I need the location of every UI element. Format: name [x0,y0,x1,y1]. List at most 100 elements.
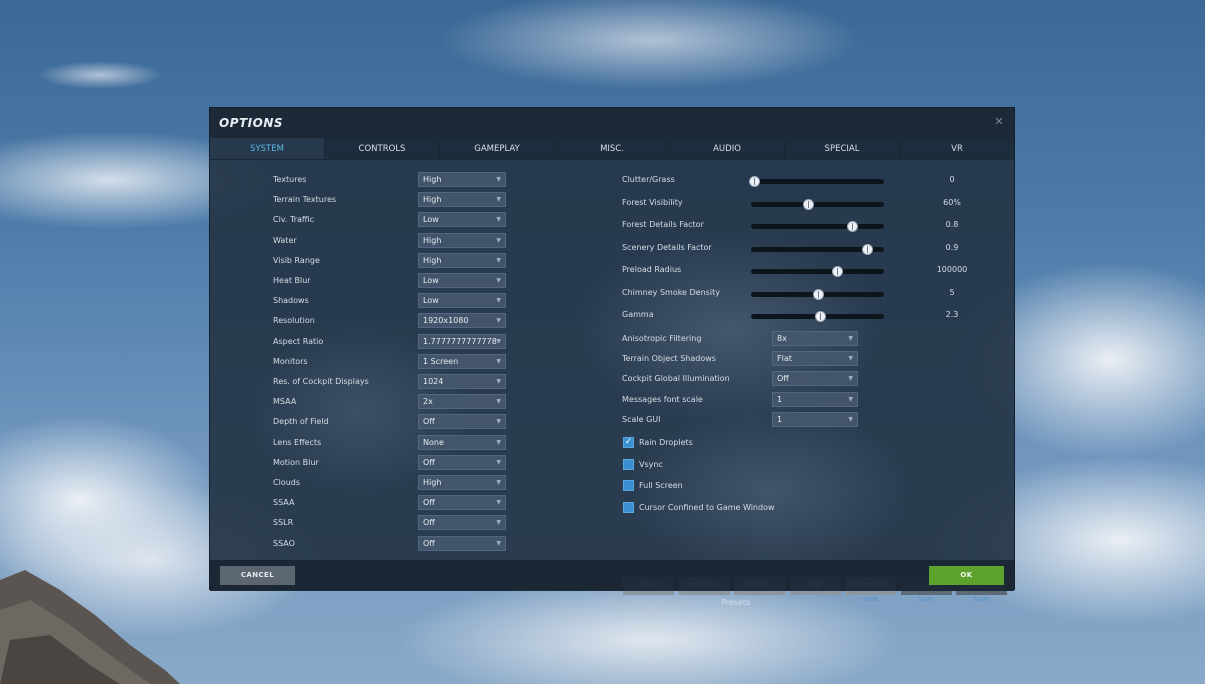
terrain-object-shadows-select[interactable]: Flat ▼ [772,351,858,367]
slider-handle[interactable] [812,288,824,300]
chevron-down-icon: ▼ [496,418,501,426]
cockpit-global-illumination-select[interactable]: Off ▼ [772,371,858,387]
shadows-select[interactable]: Low ▼ [418,293,506,309]
setting-row-heat-blur: Heat Blur Low ▼ [273,273,513,289]
check-icon: ✓ [624,437,633,447]
preset-custom3-save-link[interactable]: SAVE [956,597,1007,603]
visib-range-select[interactable]: High ▼ [418,252,506,268]
setting-label: Terrain Textures [273,195,337,205]
chevron-down-icon: ▼ [496,398,501,406]
lens-effects-select[interactable]: None ▼ [418,434,506,450]
preload-radius-slider[interactable] [751,266,884,277]
heat-blur-select[interactable]: Low ▼ [418,273,506,288]
select-value: 1024 [423,377,444,386]
tab-special[interactable]: SPECIAL [785,138,900,159]
slider-value: 2.3 [945,310,959,319]
slider-handle[interactable] [832,266,844,277]
full-screen-checkbox[interactable] [623,480,634,491]
checkbox-label: Cursor Confined to Game Window [639,502,775,512]
resolution-select[interactable]: 1920x1080 ▼ [418,313,506,329]
checkbox-row-full-screen[interactable]: Full Screen [623,479,883,493]
messages-font-scale-select[interactable]: 1 ▼ [772,391,858,407]
tab-audio[interactable]: AUDIO [670,138,785,159]
chevron-down-icon: ▼ [496,539,501,547]
select-value: Off [423,457,435,467]
setting-label: Resolution [273,316,315,326]
setting-label: SSLR [273,518,294,528]
forest-visibility-slider[interactable] [751,198,884,210]
ssao-select[interactable]: Off ▼ [418,535,506,551]
anisotropic-filtering-select[interactable]: 8x ▼ [772,331,858,346]
setting-label: Res. of Cockpit Displays [273,377,369,386]
textures-select[interactable]: High ▼ [418,172,506,187]
cursor-confined-to-game-window-checkbox[interactable] [623,501,634,513]
gamma-slider[interactable] [751,311,884,322]
clouds-select[interactable]: High ▼ [418,475,506,490]
preset-custom1-save-link[interactable]: SAVE [845,597,896,603]
rain-droplets-checkbox[interactable]: ✓ [623,437,634,448]
select-value: 1 [777,414,783,424]
chevron-down-icon: ▼ [496,357,501,365]
select-value: High [423,255,442,265]
checkbox-row-cursor-confined-to-game-window[interactable]: Cursor Confined to Game Window [623,501,883,515]
slider-handle[interactable] [803,198,815,210]
setting-row-shadows: Shadows Low ▼ [273,293,513,309]
ok-button[interactable]: OK [929,566,1004,585]
select-value: Off [423,538,435,548]
motion-blur-select[interactable]: Off ▼ [418,454,506,470]
civ-traffic-select[interactable]: Low ▼ [418,212,506,228]
monitors-select[interactable]: 1 Screen ▼ [418,353,506,369]
slider-handle[interactable] [748,176,760,187]
slider-label: Forest Visibility [622,197,683,207]
select-value: Off [423,417,435,427]
slider-handle[interactable] [861,243,873,255]
checkbox-row-rain-droplets[interactable]: ✓ Rain Droplets [623,436,883,450]
slider-label: Clutter/Grass [622,175,675,184]
depth-of-field-select[interactable]: Off ▼ [418,414,506,430]
checkbox-row-vsync[interactable]: Vsync [623,458,883,472]
tab-misc[interactable]: MISC. [555,138,670,159]
sslr-select[interactable]: Off ▼ [418,515,506,531]
vsync-checkbox[interactable] [623,458,634,470]
ssaa-select[interactable]: Off ▼ [418,495,506,511]
water-select[interactable]: High ▼ [418,232,506,248]
tab-gameplay[interactable]: GAMEPLAY [440,138,555,159]
clutter-grass-slider[interactable] [748,176,884,187]
chimney-smoke-density-slider[interactable] [751,288,884,300]
chevron-down-icon: ▼ [848,395,853,403]
slider-label: Chimney Smoke Density [622,287,720,297]
setting-label: Shadows [273,296,309,306]
slider-handle[interactable] [815,311,827,322]
scenery-details-factor-slider[interactable] [751,243,884,255]
aspect-ratio-select[interactable]: 1.7777777777778 ▼ [418,333,506,349]
cancel-button[interactable]: CANCEL [220,566,295,585]
slider-row-forest-details-factor: Forest Details Factor 0.8 [622,217,982,233]
select-value: Off [777,374,789,384]
slider-handle[interactable] [847,221,859,232]
setting-label: Clouds [273,478,301,487]
preset-custom2-save-link[interactable]: SAVE [901,597,952,603]
tab-controls[interactable]: CONTROLS [325,138,440,159]
select-value: Low [423,215,439,225]
setting-label: Messages font scale [622,394,703,404]
slider-row-scenery-details-factor: Scenery Details Factor 0.9 [622,240,982,256]
setting-row-anisotropic-filtering: Anisotropic Filtering 8x ▼ [622,331,882,347]
chevron-down-icon: ▼ [496,519,501,527]
scale-gui-select[interactable]: 1 ▼ [772,411,858,427]
title-bar: OPTIONS ✕ [210,108,1014,138]
tab-vr[interactable]: VR [900,138,1014,159]
chevron-down-icon: ▼ [496,297,501,305]
select-value: 1 [777,394,783,404]
msaa-select[interactable]: 2x ▼ [418,394,506,410]
slider-row-preload-radius: Preload Radius 100000 [622,262,982,278]
setting-row-resolution: Resolution 1920x1080 ▼ [273,313,513,329]
select-value: None [423,437,444,447]
res-of-cockpit-displays-select[interactable]: 1024 ▼ [418,374,506,389]
slider-value: 100000 [936,265,968,274]
close-icon[interactable]: ✕ [993,116,1005,128]
chevron-down-icon: ▼ [496,317,501,325]
tab-system[interactable]: SYSTEM [210,138,325,159]
setting-label: Civ. Traffic [273,215,315,225]
terrain-textures-select[interactable]: High ▼ [418,192,506,208]
forest-details-factor-slider[interactable] [751,221,884,232]
